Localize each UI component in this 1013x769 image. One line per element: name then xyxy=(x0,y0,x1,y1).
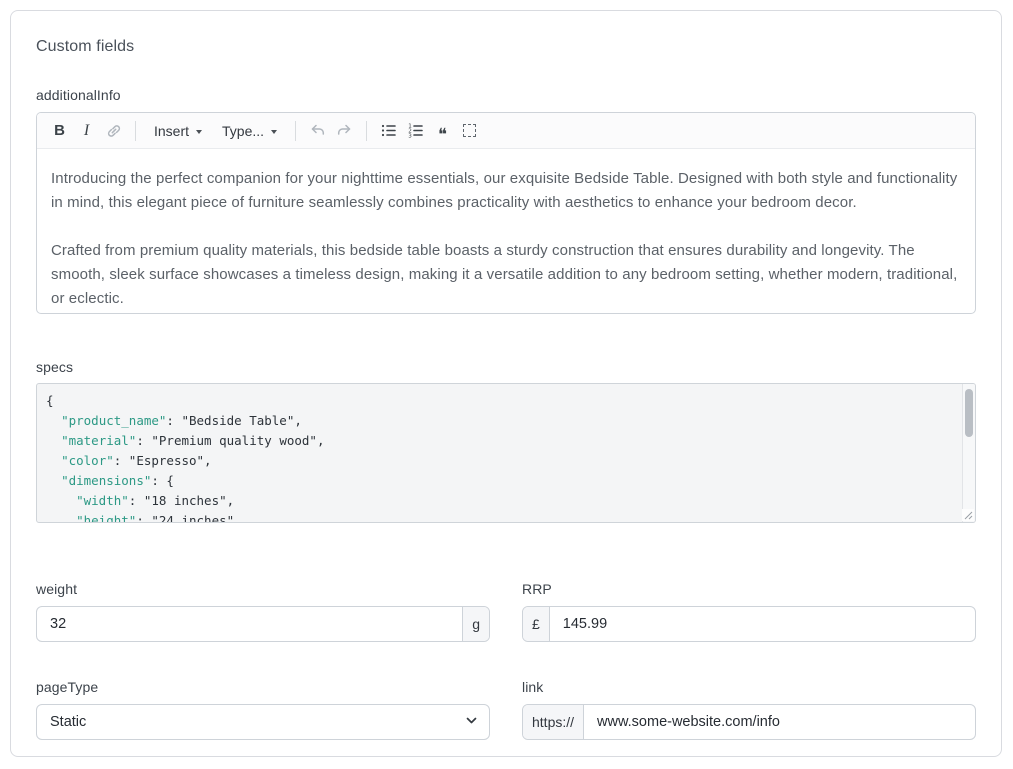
frame-button[interactable] xyxy=(456,117,483,144)
rrp-label: RRP xyxy=(522,581,976,597)
code-line: "product_name": "Bedside Table", xyxy=(46,411,951,431)
code-line: "color": "Espresso", xyxy=(46,451,951,471)
scrollbar-thumb[interactable] xyxy=(965,389,973,437)
link-button[interactable] xyxy=(100,117,127,144)
specs-code-area[interactable]: { "product_name": "Bedside Table", "mate… xyxy=(36,383,976,523)
toolbar-divider xyxy=(135,121,136,141)
link-field: link https:// xyxy=(522,679,976,740)
editor-paragraph: Introducing the perfect companion for yo… xyxy=(51,167,961,215)
code-line: "material": "Premium quality wood", xyxy=(46,431,951,451)
pagetype-select[interactable]: Static xyxy=(36,704,490,740)
link-input[interactable] xyxy=(584,705,975,739)
bold-button[interactable]: B xyxy=(46,117,73,144)
weight-input-group: g xyxy=(36,606,490,642)
undo-button[interactable] xyxy=(304,117,331,144)
toolbar-divider xyxy=(366,121,367,141)
resize-handle[interactable] xyxy=(962,509,974,521)
blockquote-button[interactable]: ❝ xyxy=(429,117,456,144)
custom-fields-card: Custom fields additionalInfo B I Insert xyxy=(10,10,1002,757)
link-label: link xyxy=(522,679,976,695)
code-line: "width": "18 inches", xyxy=(46,491,951,511)
code-line: "dimensions": { xyxy=(46,471,951,491)
pagetype-field: pageType Static xyxy=(36,679,490,740)
chevron-down-icon xyxy=(196,130,202,134)
page-title: Custom fields xyxy=(36,38,976,56)
undo-icon xyxy=(308,121,327,140)
editor-toolbar: B I Insert Type... xyxy=(37,113,975,149)
ordered-list-icon: 1 2 3 xyxy=(406,121,425,140)
editor-paragraph: Crafted from premium quality materials, … xyxy=(51,239,961,311)
weight-input[interactable] xyxy=(37,607,462,641)
type-dropdown-label: Type... xyxy=(222,123,264,139)
rich-text-editor: B I Insert Type... xyxy=(36,112,976,314)
editor-content[interactable]: Introducing the perfect companion for yo… xyxy=(37,149,975,311)
weight-label: weight xyxy=(36,581,490,597)
code-line: "height": "24 inches", xyxy=(46,511,951,523)
redo-button[interactable] xyxy=(331,117,358,144)
additionalinfo-label: additionalInfo xyxy=(36,87,976,103)
italic-button[interactable]: I xyxy=(73,117,100,144)
redo-icon xyxy=(335,121,354,140)
specs-label: specs xyxy=(36,359,976,375)
blockquote-icon: ❝ xyxy=(438,122,447,140)
chevron-down-icon xyxy=(271,130,277,134)
bullet-list-button[interactable] xyxy=(375,117,402,144)
protocol-addon: https:// xyxy=(523,705,584,739)
rrp-input-group: £ xyxy=(522,606,976,642)
insert-dropdown-label: Insert xyxy=(154,123,189,139)
unordered-list-icon xyxy=(379,121,398,140)
type-dropdown[interactable]: Type... xyxy=(214,117,285,144)
currency-addon: £ xyxy=(523,607,550,641)
link-input-group: https:// xyxy=(522,704,976,740)
link-icon xyxy=(105,122,123,140)
rrp-field: RRP £ xyxy=(522,581,976,642)
insert-dropdown[interactable]: Insert xyxy=(146,117,210,144)
weight-unit-addon: g xyxy=(462,607,489,641)
code-line: { xyxy=(46,391,951,411)
toolbar-divider xyxy=(295,121,296,141)
scrollbar[interactable] xyxy=(962,384,975,522)
fields-grid: weight g RRP £ pageType Static xyxy=(36,581,976,740)
rrp-input[interactable] xyxy=(550,607,975,641)
svg-text:3: 3 xyxy=(408,134,412,140)
pagetype-select-wrap: Static xyxy=(36,704,490,740)
pagetype-label: pageType xyxy=(36,679,490,695)
weight-field: weight g xyxy=(36,581,490,642)
frame-icon xyxy=(463,124,476,137)
numbered-list-button[interactable]: 1 2 3 xyxy=(402,117,429,144)
